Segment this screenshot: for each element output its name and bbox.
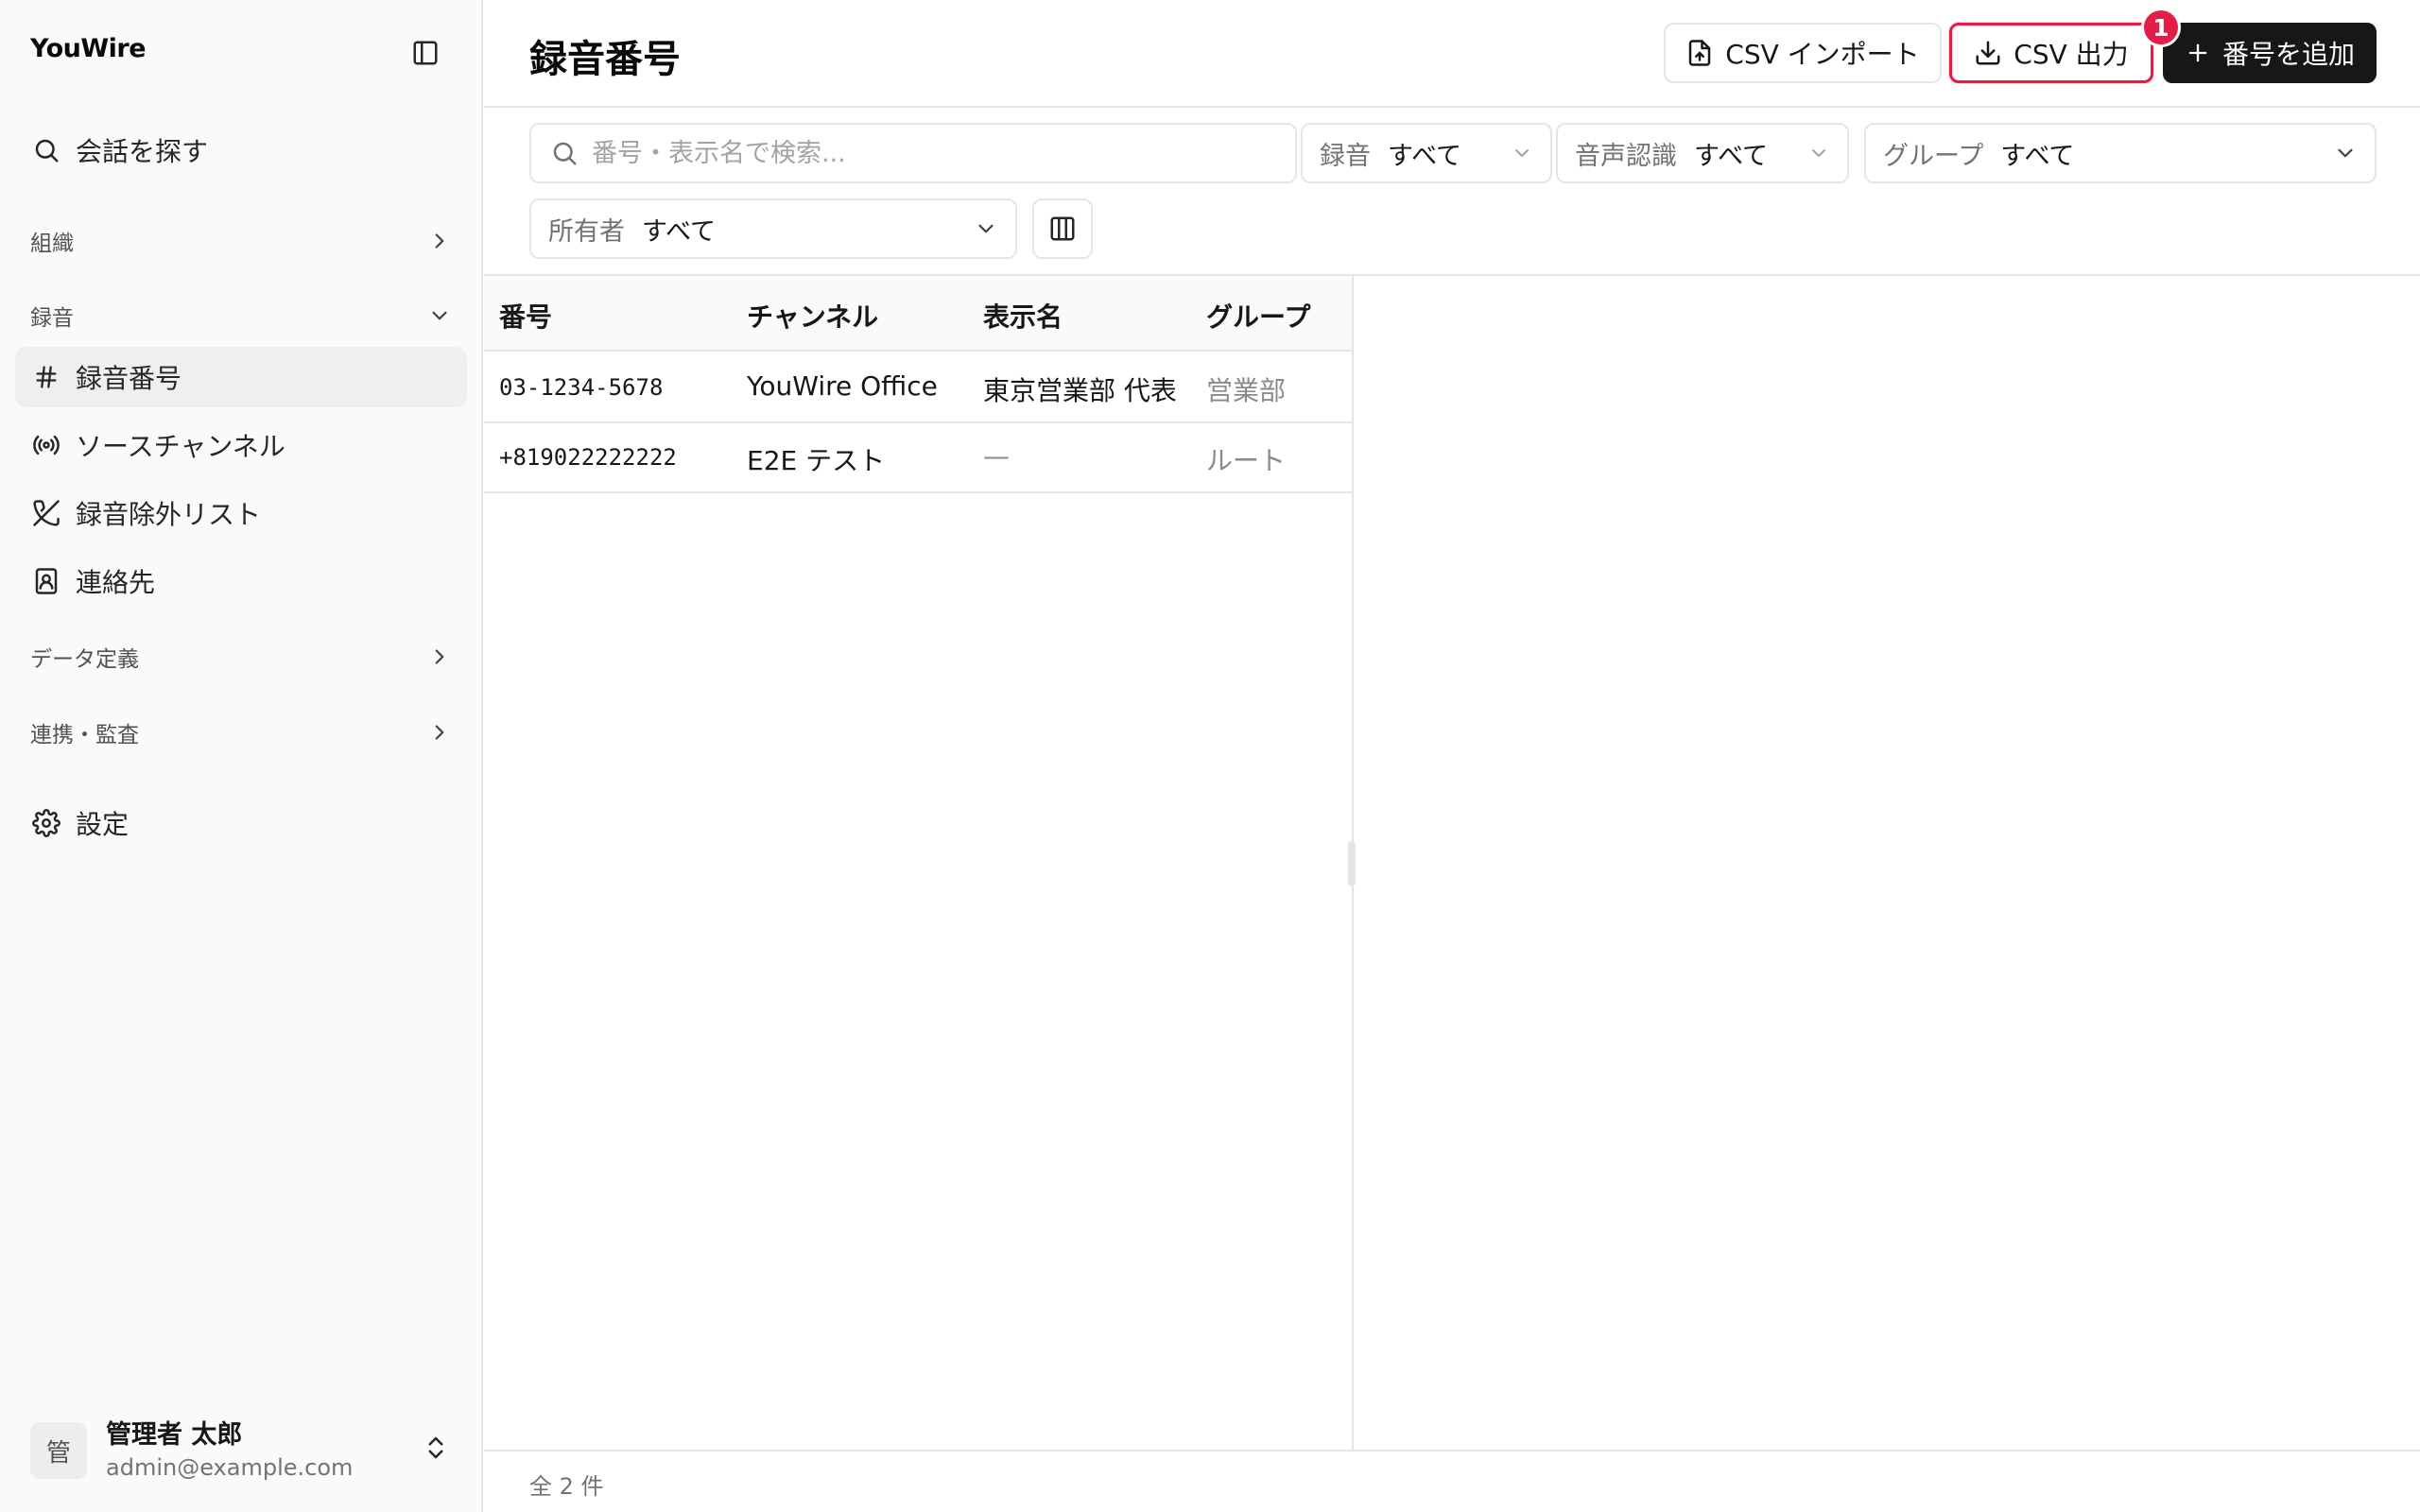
search-box[interactable] [529,123,1297,183]
sidebar-item-settings[interactable]: 設定 [15,793,467,853]
cell-group: ルート [1206,445,1287,476]
group-filter-select[interactable]: グループ すべて [1864,123,2377,183]
column-header-number[interactable]: 番号 [499,297,552,335]
sidebar-group-label: 録音 [30,306,74,331]
main-content: 録音番号 CSV インポート CSV 出力 番号を追加 1 録音 すべて 音声認… [484,0,2420,1512]
filter-label: 所有者 [548,216,625,247]
sidebar-group-recording[interactable]: 録音 [30,297,452,335]
numbers-table: 番号 チャンネル 表示名 グループ 03-1234-5678 YouWire O… [484,276,1354,1450]
search-input[interactable] [592,138,1253,168]
chevrons-up-down-icon [428,1436,443,1459]
download-icon [1974,39,2002,67]
sidebar-item-recording-numbers[interactable]: 録音番号 [15,347,467,407]
sidebar-item-label: 設定 [76,809,130,840]
phone-off-icon [30,497,62,529]
table-header: 番号 チャンネル 表示名 グループ [484,276,1352,352]
cell-display-name: 東京営業部 代表 [983,375,1177,406]
cell-channel: E2E テスト [747,445,886,476]
pane-resize-handle[interactable] [1348,841,1356,886]
radio-icon [30,429,62,461]
user-name: 管理者 太郎 [106,1420,243,1450]
contact-book-icon [30,565,62,597]
sidebar-item-label: 連絡先 [76,567,156,598]
sidebar-toggle-button[interactable] [408,36,442,70]
cell-display-name: — [983,440,1010,472]
cell-number: 03-1234-5678 [499,374,664,401]
avatar: 管 [30,1422,87,1479]
sidebar-panel-icon [413,41,438,65]
sidebar-group-integration[interactable]: 連携・監査 [30,713,452,751]
chevron-right-icon [435,233,444,249]
chevron-right-icon [435,725,444,740]
sidebar-item-recording-exclusions[interactable]: 録音除外リスト [15,483,467,543]
header-divider [484,106,2420,108]
user-email: admin@example.com [106,1454,354,1481]
add-number-button[interactable]: 番号を追加 [2163,23,2377,83]
filter-label: グループ [1883,141,1984,171]
csv-import-label: CSV インポート [1725,39,1920,70]
footer-divider [484,1450,2420,1452]
filter-label: 録音 [1320,141,1371,171]
search-icon [30,134,62,166]
sidebar-group-label: 組織 [30,232,74,256]
gear-icon [30,807,62,839]
add-number-label: 番号を追加 [2221,39,2355,70]
recording-filter-select[interactable]: 録音 すべて [1301,123,1552,183]
sidebar-item-search-conversations[interactable]: 会話を探す [15,120,467,180]
table-row[interactable]: 03-1234-5678 YouWire Office 東京営業部 代表 営業部 [484,353,1352,423]
hash-icon [30,361,62,393]
filter-label: 音声認識 [1575,141,1677,171]
user-menu[interactable]: 管 管理者 太郎 admin@example.com [15,1413,467,1488]
filter-value: すべて [1694,141,1769,171]
chevron-down-icon [432,311,447,320]
csv-export-label: CSV 出力 [2014,39,2129,70]
asr-filter-select[interactable]: 音声認識 すべて [1556,123,1849,183]
sidebar-item-contacts[interactable]: 連絡先 [15,551,467,611]
search-icon [553,142,577,165]
column-header-display-name[interactable]: 表示名 [983,297,1063,335]
record-count: 全 2 件 [529,1473,604,1500]
sidebar-group-data-definition[interactable]: データ定義 [30,638,452,676]
sidebar-group-organization[interactable]: 組織 [30,222,452,260]
chevron-down-icon [2333,141,2358,165]
sidebar: YouWire 会話を探す 組織 録音 録音番号 ソースチャンネル 録音除外リス… [0,0,483,1512]
chevron-right-icon [435,649,444,664]
sidebar-item-label: 録音除外リスト [76,499,262,530]
filter-value: すべて [1388,141,1462,171]
columns-icon [1050,216,1075,241]
sidebar-item-source-channels[interactable]: ソースチャンネル [15,415,467,475]
sidebar-item-label: 録音番号 [76,363,182,394]
cell-channel: YouWire Office [747,370,938,402]
cell-number: +819022222222 [499,444,677,471]
chevron-down-icon [974,216,998,241]
filter-value: すべて [642,216,717,247]
owner-filter-select[interactable]: 所有者 すべて [529,198,1017,259]
cell-group: 営業部 [1206,375,1287,406]
file-upload-icon [1685,39,1714,67]
filter-value: すべて [2000,141,2075,171]
sidebar-group-label: 連携・監査 [30,723,139,747]
plus-icon [2185,40,2211,66]
column-settings-button[interactable] [1032,198,1093,259]
brand-logo: YouWire [30,34,147,63]
csv-export-button[interactable]: CSV 出力 [1949,23,2153,83]
chevron-down-icon [1807,142,1830,164]
page-title: 録音番号 [529,38,681,81]
column-header-channel[interactable]: チャンネル [747,297,878,335]
chevron-down-icon [1511,142,1533,164]
sidebar-item-label: 会話を探す [76,136,209,167]
sidebar-item-label: ソースチャンネル [76,431,285,462]
column-header-group[interactable]: グループ [1206,297,1310,335]
csv-import-button[interactable]: CSV インポート [1664,23,1942,83]
sidebar-group-label: データ定義 [30,647,139,672]
table-row[interactable]: +819022222222 E2E テスト — ルート [484,423,1352,493]
annotation-badge: 1 [2141,8,2181,47]
